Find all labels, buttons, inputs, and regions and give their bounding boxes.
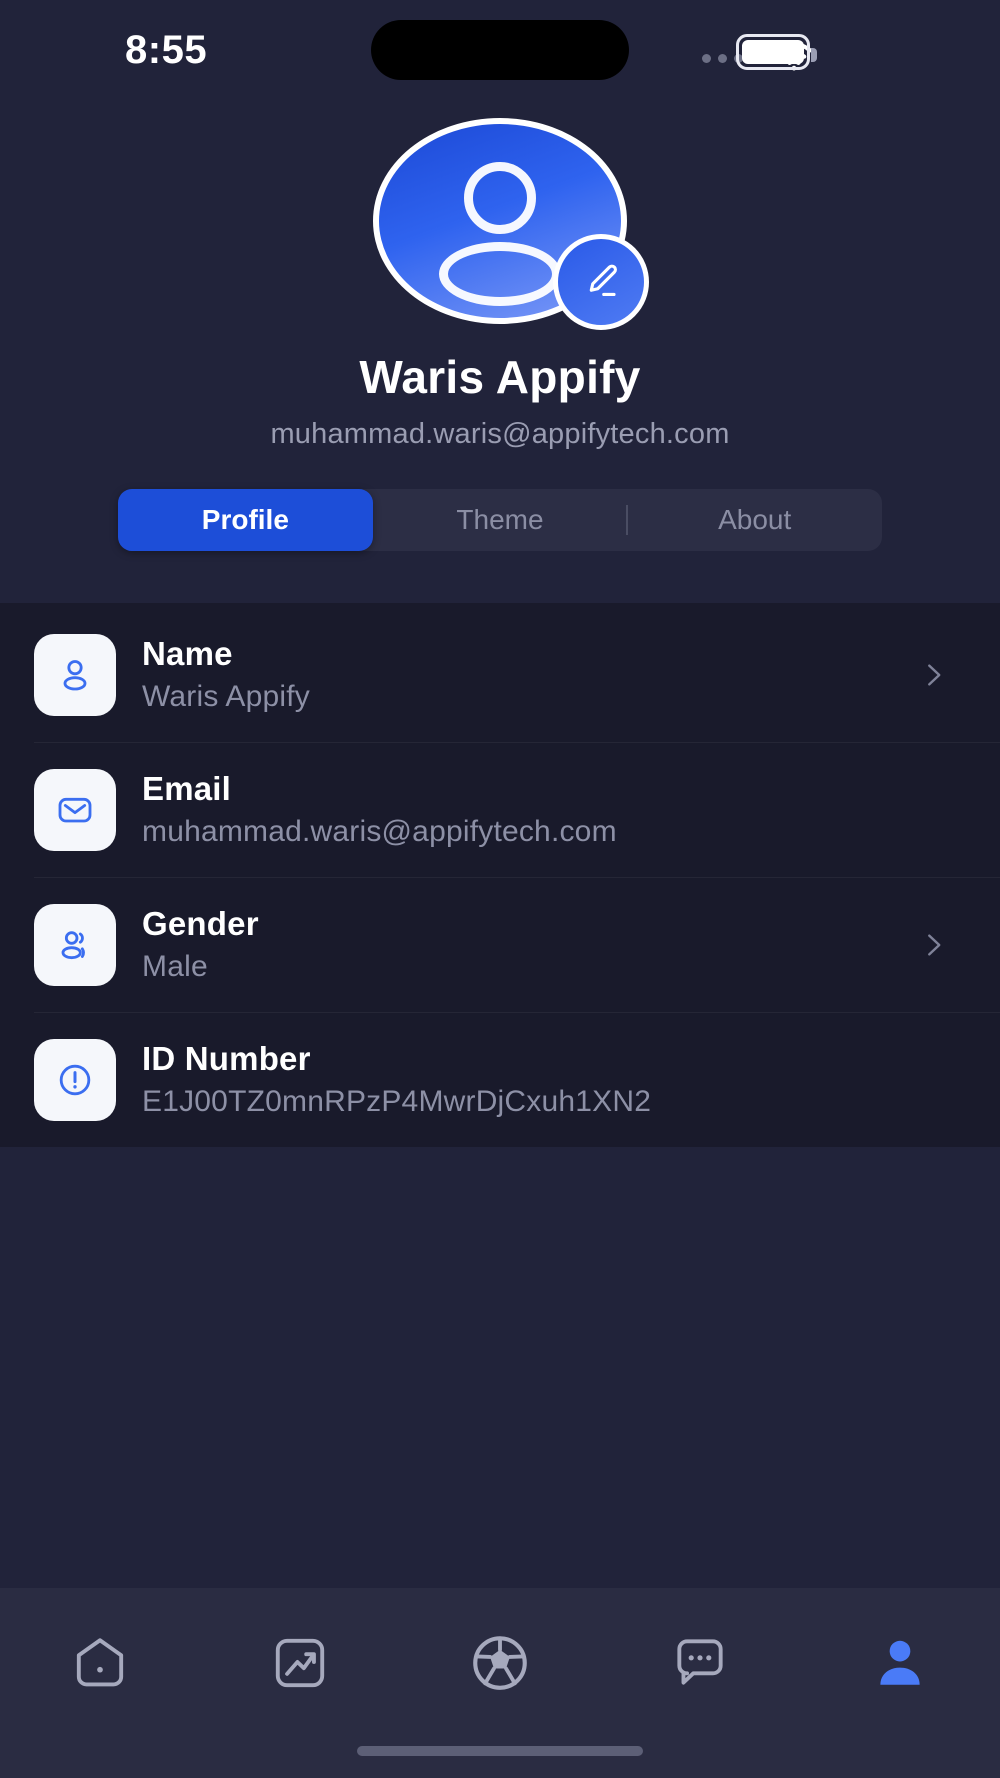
page-title: Waris Appify [359, 351, 641, 403]
exclamation-circle-icon [34, 1038, 116, 1121]
list-item-value: Male [142, 950, 208, 983]
chevron-right-icon[interactable] [918, 930, 948, 960]
person-icon [34, 633, 116, 716]
soccer-ball-icon [467, 1630, 533, 1701]
list-item-name[interactable]: Name Waris Appify [0, 607, 1000, 742]
profile-person-icon [869, 1632, 931, 1699]
nav-item-profile[interactable] [800, 1622, 1000, 1708]
profile-header: Waris Appify muhammad.waris@appifytech.c… [0, 100, 1000, 603]
phone-screen: 8:55 Waris Appify muhammad.waris@appifyt… [0, 0, 1000, 1778]
list-item-label: ID Number [142, 1040, 311, 1077]
chevron-right-icon[interactable] [918, 660, 948, 690]
list-item-value: E1J00TZ0mnRPzP4MwrDjCxuh1XN2 [142, 1085, 652, 1118]
nav-item-home[interactable] [0, 1622, 200, 1708]
list-item-text: Name Waris Appify [142, 635, 918, 714]
avatar-body-shape [439, 242, 561, 306]
people-group-icon [34, 903, 116, 986]
list-item-text: Gender Male [142, 905, 918, 984]
nav-item-chat[interactable] [600, 1622, 800, 1708]
profile-details-list: Name Waris Appify Email muhammad.waris@a… [0, 603, 1000, 1147]
envelope-icon [34, 768, 116, 851]
list-item-value: muhammad.waris@appifytech.com [142, 815, 617, 848]
status-bar-time: 8:55 [125, 28, 208, 72]
home-icon [69, 1632, 131, 1699]
home-indicator [357, 1746, 643, 1756]
stats-chart-icon [269, 1632, 331, 1699]
list-item-label: Email [142, 770, 232, 807]
avatar-head-shape [464, 162, 536, 234]
tab-profile[interactable]: Profile [118, 489, 373, 551]
list-item-email[interactable]: Email muhammad.waris@appifytech.com [0, 742, 1000, 877]
avatar-container [373, 118, 649, 330]
list-item-label: Gender [142, 905, 259, 942]
list-item-gender[interactable]: Gender Male [0, 877, 1000, 1012]
tab-divider [626, 505, 629, 535]
list-item-text: ID Number E1J00TZ0mnRPzP4MwrDjCxuh1XN2 [142, 1040, 918, 1119]
tab-about[interactable]: About [627, 489, 882, 551]
list-item-value: Waris Appify [142, 680, 311, 713]
chat-bubble-icon [669, 1632, 731, 1699]
dynamic-island [371, 20, 629, 80]
status-bar: 8:55 [0, 0, 1000, 100]
list-item-id-number[interactable]: ID Number E1J00TZ0mnRPzP4MwrDjCxuh1XN2 [0, 1012, 1000, 1147]
list-item-text: Email muhammad.waris@appifytech.com [142, 770, 918, 849]
content-spacer [0, 1147, 1000, 1588]
tab-theme[interactable]: Theme [373, 489, 628, 551]
profile-email: muhammad.waris@appifytech.com [270, 418, 730, 450]
tab-bar: Profile Theme About [118, 489, 882, 551]
nav-item-stats[interactable] [200, 1622, 400, 1708]
bottom-navigation-bar [0, 1588, 1000, 1778]
list-item-label: Name [142, 635, 233, 672]
pencil-edit-icon[interactable] [553, 234, 649, 330]
nav-item-sports[interactable] [400, 1622, 600, 1708]
battery-icon [736, 34, 817, 70]
